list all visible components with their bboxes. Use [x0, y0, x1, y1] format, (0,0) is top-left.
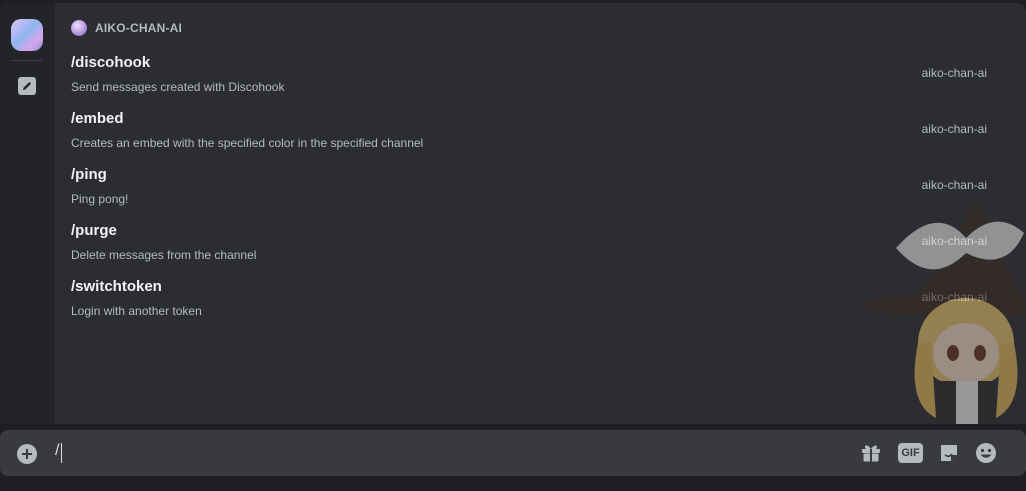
command-name: /switchtoken: [71, 278, 162, 295]
gif-icon[interactable]: GIF: [898, 443, 923, 463]
mascot-decoration: [861, 201, 1026, 424]
gift-icon[interactable]: [860, 442, 882, 464]
command-source: aiko-chan-ai: [921, 178, 987, 192]
command-description: Ping pong!: [71, 192, 129, 206]
command-autocomplete-popup: AIKO-CHAN-AI /discohook Send messages cr…: [0, 3, 1026, 424]
message-input-bar: / GIF: [0, 430, 1026, 476]
command-description: Creates an embed with the specified colo…: [71, 136, 424, 150]
rail-divider: [12, 60, 42, 61]
command-name: /ping: [71, 166, 107, 183]
sticker-icon[interactable]: [938, 442, 960, 464]
command-name: /purge: [71, 222, 117, 239]
command-item-embed[interactable]: /embed Creates an embed with the specifi…: [55, 104, 1005, 156]
command-description: Delete messages from the channel: [71, 248, 257, 262]
plus-circle-icon[interactable]: [17, 444, 37, 464]
bottom-strip: [0, 476, 1026, 491]
bot-avatar-icon: [71, 20, 87, 36]
command-description: Login with another token: [71, 304, 202, 318]
command-item-discohook[interactable]: /discohook Send messages created with Di…: [55, 48, 1005, 100]
command-group-title: AIKO-CHAN-AI: [95, 21, 183, 35]
command-name: /embed: [71, 110, 124, 127]
command-source: aiko-chan-ai: [921, 122, 987, 136]
message-input[interactable]: /: [55, 442, 59, 460]
text-caret: [61, 443, 62, 463]
pencil-icon[interactable]: [18, 77, 36, 95]
emoji-icon[interactable]: [975, 442, 997, 464]
command-group-header: AIKO-CHAN-AI: [71, 20, 182, 36]
bot-app-avatar[interactable]: [11, 19, 43, 51]
app-rail: [0, 3, 55, 424]
command-description: Send messages created with Discohook: [71, 80, 285, 94]
command-name: /discohook: [71, 54, 151, 71]
command-source: aiko-chan-ai: [921, 66, 987, 80]
